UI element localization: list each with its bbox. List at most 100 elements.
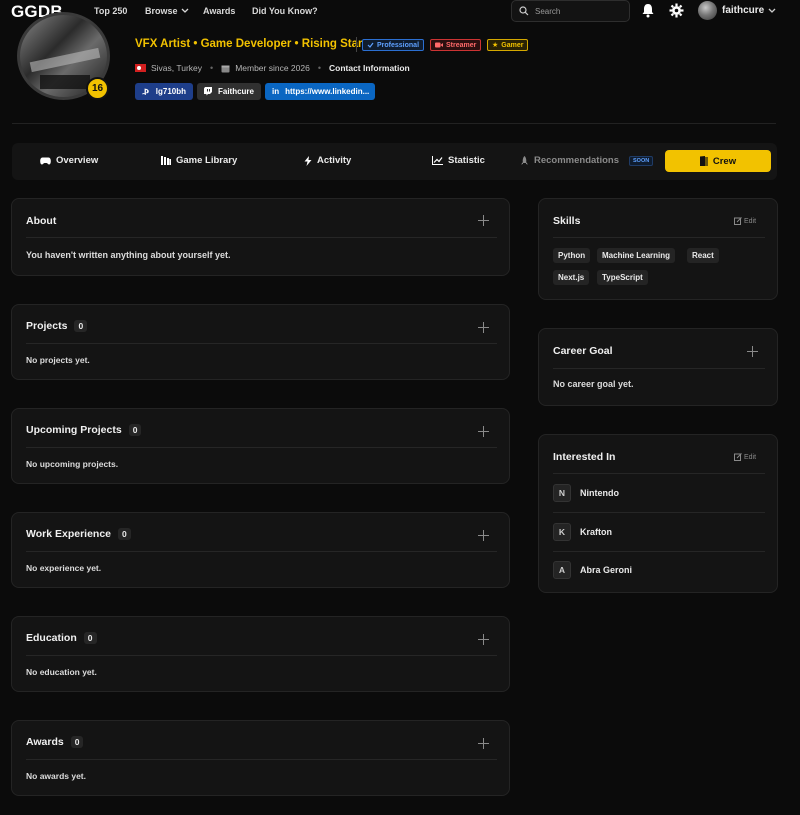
skill-chip: Python: [553, 248, 591, 263]
career-goal-card: Career Goal No career goal yet.: [538, 328, 778, 406]
about-card: About You haven't written anything about…: [11, 198, 510, 276]
plus-icon[interactable]: [478, 426, 489, 437]
tab-statistic[interactable]: Statistic: [432, 155, 485, 166]
linkedin-link[interactable]: in https://www.linkedin...: [265, 83, 375, 100]
psn-label: lg710bh: [155, 87, 186, 96]
top-nav: GGDB Top 250 Browse Awards Did You Know?…: [0, 0, 800, 22]
gear-icon[interactable]: [669, 3, 684, 18]
psn-link[interactable]: lg710bh: [135, 83, 193, 100]
tab-statistic-label: Statistic: [448, 155, 485, 166]
plus-icon[interactable]: [478, 738, 489, 749]
work-experience-card: Work Experience 0 No experience yet.: [11, 512, 510, 588]
nav-browse-label: Browse: [145, 6, 178, 16]
nav-top250[interactable]: Top 250: [94, 6, 127, 16]
gamer-label: Gamer: [501, 41, 524, 49]
contact-information-link[interactable]: Contact Information: [329, 63, 410, 73]
interested-edit-button[interactable]: Edit: [734, 453, 756, 461]
playstation-icon: [142, 88, 149, 95]
nav-awards-label: Awards: [203, 6, 236, 16]
projects-body: No projects yet.: [26, 355, 90, 365]
card-divider: [553, 551, 765, 552]
upcoming-projects-body: No upcoming projects.: [26, 459, 119, 469]
video-icon: [435, 42, 443, 48]
edit-icon: [734, 453, 742, 461]
header-divider: [12, 123, 776, 124]
interested-edit-label: Edit: [744, 453, 757, 461]
skill-chip: Machine Learning: [597, 248, 676, 263]
nav-did-you-know-label: Did You Know?: [252, 6, 318, 16]
headline-divider: [356, 37, 357, 52]
card-divider: [553, 237, 765, 238]
skills-title: Skills: [553, 215, 581, 227]
tab-overview-label: Overview: [56, 155, 99, 166]
education-body: No education yet.: [26, 667, 97, 677]
professional-label: Professional: [377, 41, 420, 49]
skills-edit-button[interactable]: Edit: [734, 217, 756, 225]
bell-icon[interactable]: [641, 3, 655, 18]
lightning-icon: [304, 155, 312, 166]
level-badge: 16: [86, 77, 109, 100]
nav-browse[interactable]: Browse: [145, 6, 189, 16]
work-experience-body: No experience yet.: [26, 563, 102, 573]
edit-icon: [734, 217, 742, 225]
career-goal-title: Career Goal: [553, 345, 613, 357]
card-divider: [26, 551, 497, 552]
card-divider: [26, 759, 497, 760]
twitch-icon: [204, 87, 212, 96]
about-body: You haven't written anything about yours…: [26, 250, 231, 260]
awards-card: Awards 0 No awards yet.: [11, 720, 510, 796]
skill-chip: TypeScript: [597, 270, 648, 285]
chart-line-icon: [432, 156, 443, 165]
upcoming-projects-title: Upcoming Projects: [26, 424, 122, 436]
interest-item[interactable]: A Abra Geroni: [553, 561, 632, 579]
user-menu[interactable]: faithcure: [722, 5, 776, 16]
interest-item[interactable]: K Krafton: [553, 523, 612, 541]
avatar[interactable]: [698, 1, 717, 20]
plus-icon[interactable]: [478, 322, 489, 333]
tab-overview[interactable]: Overview: [40, 155, 98, 166]
tab-game-library[interactable]: Game Library: [161, 155, 237, 166]
career-goal-body: No career goal yet.: [553, 379, 634, 389]
education-count: 0: [83, 632, 97, 644]
nav-awards[interactable]: Awards: [203, 6, 235, 16]
interest-initial: K: [553, 523, 571, 541]
tab-recommendations[interactable]: Recommendations SOON: [520, 155, 654, 166]
chevron-down-icon: [181, 8, 188, 13]
check-icon: [367, 42, 374, 48]
skill-chip: React: [687, 248, 719, 263]
projects-count: 0: [74, 320, 88, 332]
plus-icon[interactable]: [747, 346, 758, 357]
twitch-link[interactable]: Faithcure: [197, 83, 261, 100]
interest-item[interactable]: N Nintendo: [553, 484, 619, 502]
projects-title: Projects: [26, 320, 68, 332]
nav-did-you-know[interactable]: Did You Know?: [252, 6, 318, 16]
turkey-flag-icon: [135, 64, 146, 72]
profile-headline: VFX Artist • Game Developer • Rising Sta…: [135, 38, 363, 50]
location: Sivas, Turkey: [151, 63, 203, 73]
streamer-badge: Streamer: [430, 39, 482, 51]
awards-title: Awards: [26, 736, 64, 748]
awards-body: No awards yet.: [26, 771, 86, 781]
member-since: Member since 2026: [235, 63, 310, 73]
plus-icon[interactable]: [478, 634, 489, 645]
interest-name: Nintendo: [580, 488, 619, 498]
calendar-icon: [221, 65, 230, 72]
search-input[interactable]: Search: [511, 0, 630, 22]
username-label: faithcure: [722, 5, 765, 16]
rocket-icon: [521, 155, 528, 164]
tab-recommendations-label: Recommendations: [534, 155, 619, 166]
tab-activity[interactable]: Activity: [304, 155, 351, 166]
crew-button[interactable]: Crew: [665, 150, 771, 172]
search-icon: [519, 6, 529, 16]
star-icon: ★: [492, 42, 499, 49]
skills-edit-label: Edit: [744, 217, 757, 225]
plus-icon[interactable]: [478, 215, 489, 226]
card-divider: [26, 237, 497, 238]
card-divider: [26, 655, 497, 656]
twitch-label: Faithcure: [217, 87, 254, 96]
interested-in-title: Interested In: [553, 451, 616, 463]
plus-icon[interactable]: [478, 530, 489, 541]
tab-game-library-label: Game Library: [176, 155, 238, 166]
interested-in-card: Interested In Edit N Nintendo K Krafton …: [538, 434, 778, 593]
awards-count: 0: [70, 736, 84, 748]
